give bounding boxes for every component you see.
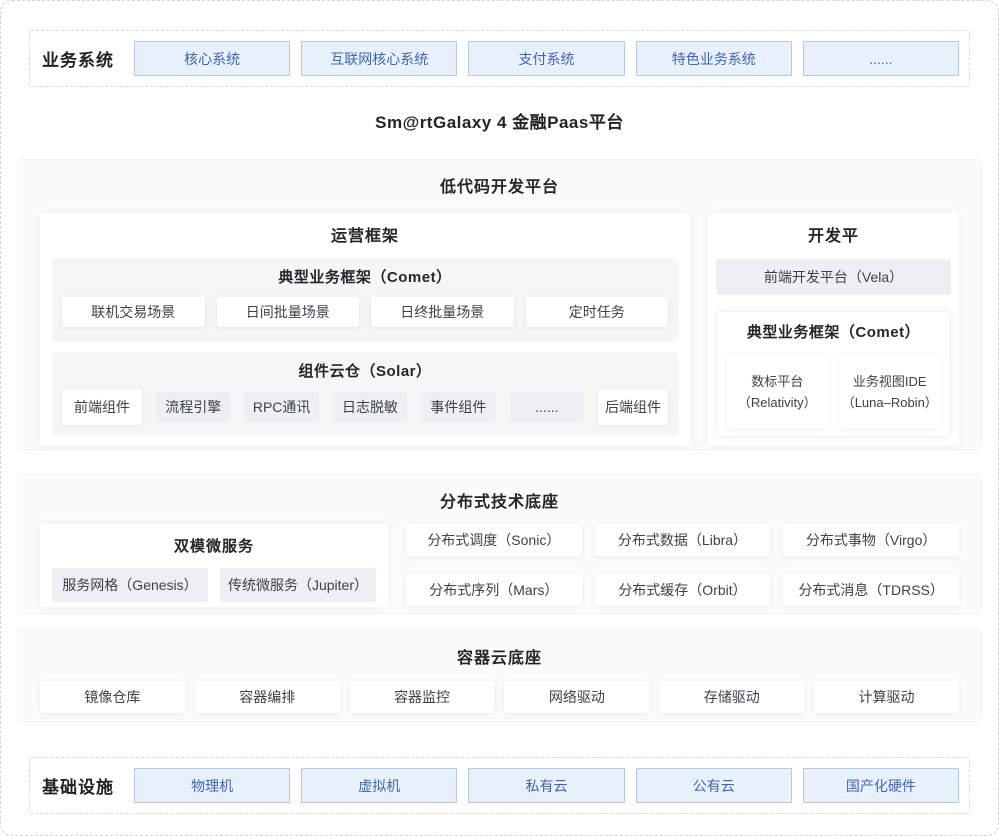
infrastructure-strip: 基础设施 物理机 虚拟机 私有云 公有云 国产化硬件	[29, 757, 970, 814]
component-cloud-box: 组件云仓（Solar） 前端组件 流程引擎 RPC通讯 日志脱敏 事件组件 ..…	[52, 352, 678, 436]
component-button-process-engine[interactable]: 流程引擎	[156, 392, 230, 422]
container-cloud-title: 容器云底座	[18, 629, 981, 668]
dev-typical-business-framework-title: 典型业务框架（Comet）	[717, 312, 950, 344]
private-cloud-button[interactable]: 私有云	[468, 768, 624, 803]
scene-button-timed-task[interactable]: 定时任务	[526, 297, 669, 327]
public-cloud-button[interactable]: 公有云	[636, 768, 792, 803]
relativity-platform-code: （Relativity）	[738, 392, 817, 413]
infrastructure-buttons: 物理机 虚拟机 私有云 公有云 国产化硬件	[134, 768, 959, 803]
scene-buttons-row: 联机交易场景 日间批量场景 日终批量场景 定时任务	[62, 297, 668, 327]
container-cloud-section: 容器云底座 镜像仓库 容器编排 容器监控 网络驱动 存储驱动 计算驱动	[17, 628, 982, 722]
image-registry-button[interactable]: 镜像仓库	[40, 681, 185, 713]
lowcode-platform-section: 低代码开发平台 运营框架 典型业务框架（Comet） 联机交易场景 日间批量场景…	[17, 159, 982, 450]
component-button-rpc[interactable]: RPC通讯	[244, 392, 318, 422]
dev-platform-title: 开发平	[708, 213, 959, 249]
traditional-microservice-jupiter-button[interactable]: 传统微服务（Jupiter）	[220, 568, 376, 602]
relativity-platform-name: 数标平台	[751, 371, 803, 392]
business-system-button-core[interactable]: 核心系统	[134, 41, 290, 76]
container-cloud-buttons-row: 镜像仓库 容器编排 容器监控 网络驱动 存储驱动 计算驱动	[40, 681, 959, 713]
scene-button-endday-batch[interactable]: 日终批量场景	[371, 297, 514, 327]
business-systems-strip: 业务系统 核心系统 互联网核心系统 支付系统 特色业务系统 ......	[29, 30, 970, 87]
luna-robin-ide-code: （Luna–Robin）	[842, 392, 938, 413]
component-button-backend[interactable]: 后端组件	[598, 389, 668, 425]
container-monitoring-button[interactable]: 容器监控	[350, 681, 495, 713]
distributed-cache-orbit-button[interactable]: 分布式缓存（Orbit）	[595, 574, 771, 606]
luna-robin-ide-name: 业务视图IDE	[853, 371, 927, 392]
distributed-data-libra-button[interactable]: 分布式数据（Libra）	[595, 524, 771, 556]
physical-machine-button[interactable]: 物理机	[134, 768, 290, 803]
typical-business-framework-title: 典型业务框架（Comet）	[52, 258, 678, 289]
business-system-button-more[interactable]: ......	[803, 41, 959, 76]
component-button-log-masking[interactable]: 日志脱敏	[333, 392, 407, 422]
component-button-more[interactable]: ......	[510, 392, 584, 422]
component-button-frontend[interactable]: 前端组件	[62, 389, 142, 425]
container-orchestration-button[interactable]: 容器编排	[195, 681, 340, 713]
network-driver-button[interactable]: 网络驱动	[504, 681, 649, 713]
service-mesh-genesis-button[interactable]: 服务网格（Genesis）	[52, 568, 208, 602]
dual-mode-microservice-title: 双模微服务	[40, 524, 388, 559]
storage-driver-button[interactable]: 存储驱动	[659, 681, 804, 713]
business-system-button-special[interactable]: 特色业务系统	[636, 41, 792, 76]
operation-framework-panel: 运营框架 典型业务框架（Comet） 联机交易场景 日间批量场景 日终批量场景 …	[40, 213, 690, 446]
dual-mode-microservice-panel: 双模微服务 服务网格（Genesis） 传统微服务（Jupiter）	[40, 524, 388, 607]
distributed-base-title: 分布式技术底座	[18, 475, 981, 512]
architecture-diagram: 业务系统 核心系统 互联网核心系统 支付系统 特色业务系统 ...... Sm@…	[0, 0, 999, 836]
dev-typical-business-framework-box: 典型业务框架（Comet） 数标平台 （Relativity） 业务视图IDE …	[716, 311, 951, 437]
business-systems-buttons: 核心系统 互联网核心系统 支付系统 特色业务系统 ......	[134, 41, 959, 76]
distributed-services-grid: 分布式调度（Sonic） 分布式数据（Libra） 分布式事物（Virgo） 分…	[406, 524, 959, 607]
scene-button-online-trade[interactable]: 联机交易场景	[62, 297, 205, 327]
domestic-hardware-button[interactable]: 国产化硬件	[803, 768, 959, 803]
luna-robin-ide-button[interactable]: 业务视图IDE （Luna–Robin）	[840, 356, 941, 428]
page-title: Sm@rtGalaxy 4 金融Paas平台	[1, 108, 998, 133]
distributed-sequence-mars-button[interactable]: 分布式序列（Mars）	[406, 574, 582, 606]
business-systems-label: 业务系统	[30, 46, 134, 71]
operation-framework-title: 运营框架	[40, 213, 690, 249]
component-buttons-row: 前端组件 流程引擎 RPC通讯 日志脱敏 事件组件 ...... 后端组件	[62, 388, 668, 426]
scene-button-daytime-batch[interactable]: 日间批量场景	[217, 297, 360, 327]
compute-driver-button[interactable]: 计算驱动	[814, 681, 959, 713]
business-system-button-payment[interactable]: 支付系统	[468, 41, 624, 76]
dev-platform-panel: 开发平 前端开发平台（Vela） 典型业务框架（Comet） 数标平台 （Rel…	[708, 213, 959, 446]
distributed-base-section: 分布式技术底座 双模微服务 服务网格（Genesis） 传统微服务（Jupite…	[17, 474, 982, 614]
virtual-machine-button[interactable]: 虚拟机	[301, 768, 457, 803]
typical-business-framework-box: 典型业务框架（Comet） 联机交易场景 日间批量场景 日终批量场景 定时任务	[52, 258, 678, 342]
relativity-platform-button[interactable]: 数标平台 （Relativity）	[727, 356, 828, 428]
vela-frontend-platform-button[interactable]: 前端开发平台（Vela）	[716, 259, 951, 295]
dual-mode-buttons-row: 服务网格（Genesis） 传统微服务（Jupiter）	[52, 568, 376, 602]
distributed-base-body: 双模微服务 服务网格（Genesis） 传统微服务（Jupiter） 分布式调度…	[40, 524, 959, 607]
component-cloud-title: 组件云仓（Solar）	[52, 352, 678, 383]
business-system-button-internet-core[interactable]: 互联网核心系统	[301, 41, 457, 76]
distributed-scheduling-sonic-button[interactable]: 分布式调度（Sonic）	[406, 524, 582, 556]
component-button-event[interactable]: 事件组件	[421, 392, 495, 422]
dev-tool-buttons-row: 数标平台 （Relativity） 业务视图IDE （Luna–Robin）	[727, 356, 940, 428]
lowcode-platform-title: 低代码开发平台	[18, 160, 981, 197]
distributed-message-tdrss-button[interactable]: 分布式消息（TDRSS）	[783, 574, 959, 606]
distributed-transaction-virgo-button[interactable]: 分布式事物（Virgo）	[783, 524, 959, 556]
lowcode-platform-body: 运营框架 典型业务框架（Comet） 联机交易场景 日间批量场景 日终批量场景 …	[40, 213, 959, 446]
infrastructure-label: 基础设施	[30, 773, 134, 798]
